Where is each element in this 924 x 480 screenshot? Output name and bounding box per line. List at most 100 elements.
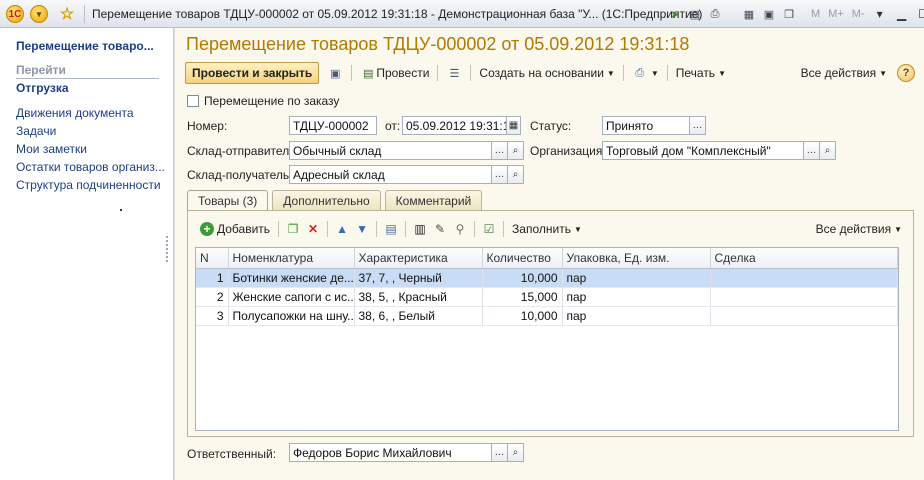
tab-goods[interactable]: Товары (3) xyxy=(187,190,269,211)
print-options-button[interactable]: ⎙ ▼ xyxy=(628,62,663,84)
save-icon: ▣ xyxy=(330,67,341,80)
cell-n[interactable]: 2 xyxy=(196,287,229,307)
main-menu-icon[interactable]: ▾ xyxy=(30,5,48,23)
calendar-icon[interactable]: ▣ xyxy=(760,5,778,23)
cell-quantity[interactable]: 10,000 xyxy=(482,306,563,326)
cell-deal[interactable] xyxy=(710,287,898,307)
column-header-deal[interactable]: Сделка xyxy=(710,248,898,269)
copy-icon[interactable]: ❐ xyxy=(780,5,798,23)
cell-characteristic[interactable]: 38, 6, , Белый xyxy=(354,306,483,326)
form-toolbar: Провести и закрыть ▣ ▤ Провести ☰ Создат… xyxy=(185,62,915,84)
sender-open-search-icon[interactable]: ⌕ xyxy=(507,141,524,160)
by-order-checkbox[interactable] xyxy=(187,95,199,107)
cell-unit[interactable]: пар xyxy=(562,268,711,288)
cell-quantity[interactable]: 15,000 xyxy=(482,287,563,307)
cell-item[interactable]: Ботинки женские де... xyxy=(228,268,355,288)
cell-deal[interactable] xyxy=(710,306,898,326)
table-row[interactable]: 1 Ботинки женские де... 37, 7, , Черный … xyxy=(196,268,898,288)
all-actions-button[interactable]: Все действия ▼ xyxy=(797,62,891,84)
register-icon-button[interactable]: ☰ xyxy=(442,62,466,84)
maximize-icon[interactable]: ☐ xyxy=(914,5,924,23)
table-row[interactable]: 2 Женские сапоги с ис... 38, 5, , Красны… xyxy=(196,287,898,307)
goods-tab-panel: + Добавить ❐ ✕ ▲ ▼ ▤ ▥ ✎ ⚲ ☑ Заполнить ▼ … xyxy=(187,210,914,437)
post-button-label: Провести xyxy=(376,66,430,80)
number-field[interactable]: ТДЦУ-000002 xyxy=(289,116,377,135)
memory-minus-button[interactable]: M- xyxy=(849,8,868,20)
nav-link-tasks[interactable]: Задачи xyxy=(16,124,165,142)
cell-quantity[interactable]: 10,000 xyxy=(482,268,563,288)
document-icon[interactable]: ▤ xyxy=(686,5,704,23)
by-order-checkbox-row[interactable]: Перемещение по заказу xyxy=(187,94,339,108)
pick-items-icon[interactable]: ▤ xyxy=(381,220,401,238)
column-header-unit[interactable]: Упаковка, Ед. изм. xyxy=(562,248,711,269)
cell-characteristic[interactable]: 37, 7, , Черный xyxy=(354,268,483,288)
memory-plus-button[interactable]: M+ xyxy=(825,8,847,20)
receiver-select-button[interactable]: … xyxy=(491,165,508,184)
cell-item[interactable]: Полусапожки на шну... xyxy=(228,306,355,326)
sender-select-button[interactable]: … xyxy=(491,141,508,160)
cell-unit[interactable]: пар xyxy=(562,287,711,307)
move-down-icon[interactable]: ▼ xyxy=(352,220,372,238)
responsible-open-search-icon[interactable]: ⌕ xyxy=(507,443,524,462)
minimize-icon[interactable]: ▁ xyxy=(892,5,912,23)
cell-n[interactable]: 3 xyxy=(196,306,229,326)
status-select-button[interactable]: … xyxy=(689,116,706,135)
fill-button[interactable]: Заполнить ▼ xyxy=(508,218,586,240)
copy-row-icon[interactable]: ❐ xyxy=(283,220,303,238)
calculator-icon[interactable]: ▦ xyxy=(740,5,758,23)
save-button[interactable]: ▣ xyxy=(323,62,347,84)
app-logo-icon[interactable]: 1С xyxy=(6,5,24,23)
post-and-close-button[interactable]: Провести и закрыть xyxy=(185,62,320,84)
title-tools: ➤ ▤ ⎙ ▦ ▣ ❐ M M+ M- ▾ ▁ ☐ ✕ xyxy=(666,4,924,24)
memory-m-button[interactable]: M xyxy=(808,8,823,20)
receiver-open-search-icon[interactable]: ⌕ xyxy=(507,165,524,184)
organization-field[interactable]: Торговый дом "Комплексный" xyxy=(602,141,804,160)
chevron-down-icon: ▼ xyxy=(894,224,902,234)
column-header-characteristic[interactable]: Характеристика xyxy=(354,248,483,269)
back-arrow-icon[interactable]: ➤ xyxy=(666,5,684,23)
cell-characteristic[interactable]: 38, 5, , Красный xyxy=(354,287,483,307)
responsible-select-button[interactable]: … xyxy=(491,443,508,462)
check-list-icon[interactable]: ☑ xyxy=(479,220,499,238)
nav-link-subordination[interactable]: Структура подчиненности xyxy=(16,178,165,196)
barcode-icon[interactable]: ▥ xyxy=(410,220,430,238)
calendar-picker-icon[interactable]: ▦ xyxy=(506,116,521,135)
nav-link-stock-balances[interactable]: Остатки товаров организ... xyxy=(16,160,165,178)
status-field[interactable]: Принято xyxy=(602,116,690,135)
panel-resize-grip[interactable] xyxy=(166,236,170,262)
organization-select-button[interactable]: … xyxy=(803,141,820,160)
nav-link-movements[interactable]: Движения документа xyxy=(16,106,165,124)
post-button[interactable]: ▤ Провести xyxy=(356,62,433,84)
nav-link-notes[interactable]: Мои заметки xyxy=(16,142,165,160)
cell-n[interactable]: 1 xyxy=(196,268,229,288)
receiver-warehouse-field[interactable]: Адресный склад xyxy=(289,165,492,184)
nav-item-shipment[interactable]: Отгрузка xyxy=(16,81,69,95)
dropdown-chevron-icon[interactable]: ▾ xyxy=(870,5,890,23)
sender-warehouse-field[interactable]: Обычный склад xyxy=(289,141,492,160)
nav-header[interactable]: Перемещение товаро... xyxy=(16,39,154,53)
table-row[interactable]: 3 Полусапожки на шну... 38, 6, , Белый 1… xyxy=(196,306,898,326)
cell-deal[interactable] xyxy=(710,268,898,288)
delete-row-icon[interactable]: ✕ xyxy=(303,220,323,238)
favorites-star-icon[interactable]: ☆ xyxy=(58,5,76,23)
chevron-down-icon: ▼ xyxy=(718,68,726,78)
column-header-quantity[interactable]: Количество xyxy=(482,248,563,269)
date-field[interactable]: 05.09.2012 19:31:18 xyxy=(402,116,508,135)
stamp-icon[interactable]: ⚲ xyxy=(450,220,470,238)
print-icon[interactable]: ⎙ xyxy=(706,5,724,23)
cell-unit[interactable]: пар xyxy=(562,306,711,326)
help-icon[interactable]: ? xyxy=(897,64,915,82)
move-up-icon[interactable]: ▲ xyxy=(332,220,352,238)
create-based-on-button[interactable]: Создать на основании ▼ xyxy=(475,62,618,84)
column-header-n[interactable]: N xyxy=(196,248,229,269)
add-row-button[interactable]: + Добавить xyxy=(196,218,274,240)
scanner-icon[interactable]: ✎ xyxy=(430,220,450,238)
print-button[interactable]: Печать ▼ xyxy=(672,62,730,84)
goods-all-actions-button[interactable]: Все действия ▼ xyxy=(812,218,906,240)
tab-additional[interactable]: Дополнительно xyxy=(272,190,381,210)
cell-item[interactable]: Женские сапоги с ис... xyxy=(228,287,355,307)
responsible-field[interactable]: Федоров Борис Михайлович xyxy=(289,443,492,462)
organization-open-search-icon[interactable]: ⌕ xyxy=(819,141,836,160)
column-header-item[interactable]: Номенклатура xyxy=(228,248,355,269)
tab-comment[interactable]: Комментарий xyxy=(384,190,483,210)
